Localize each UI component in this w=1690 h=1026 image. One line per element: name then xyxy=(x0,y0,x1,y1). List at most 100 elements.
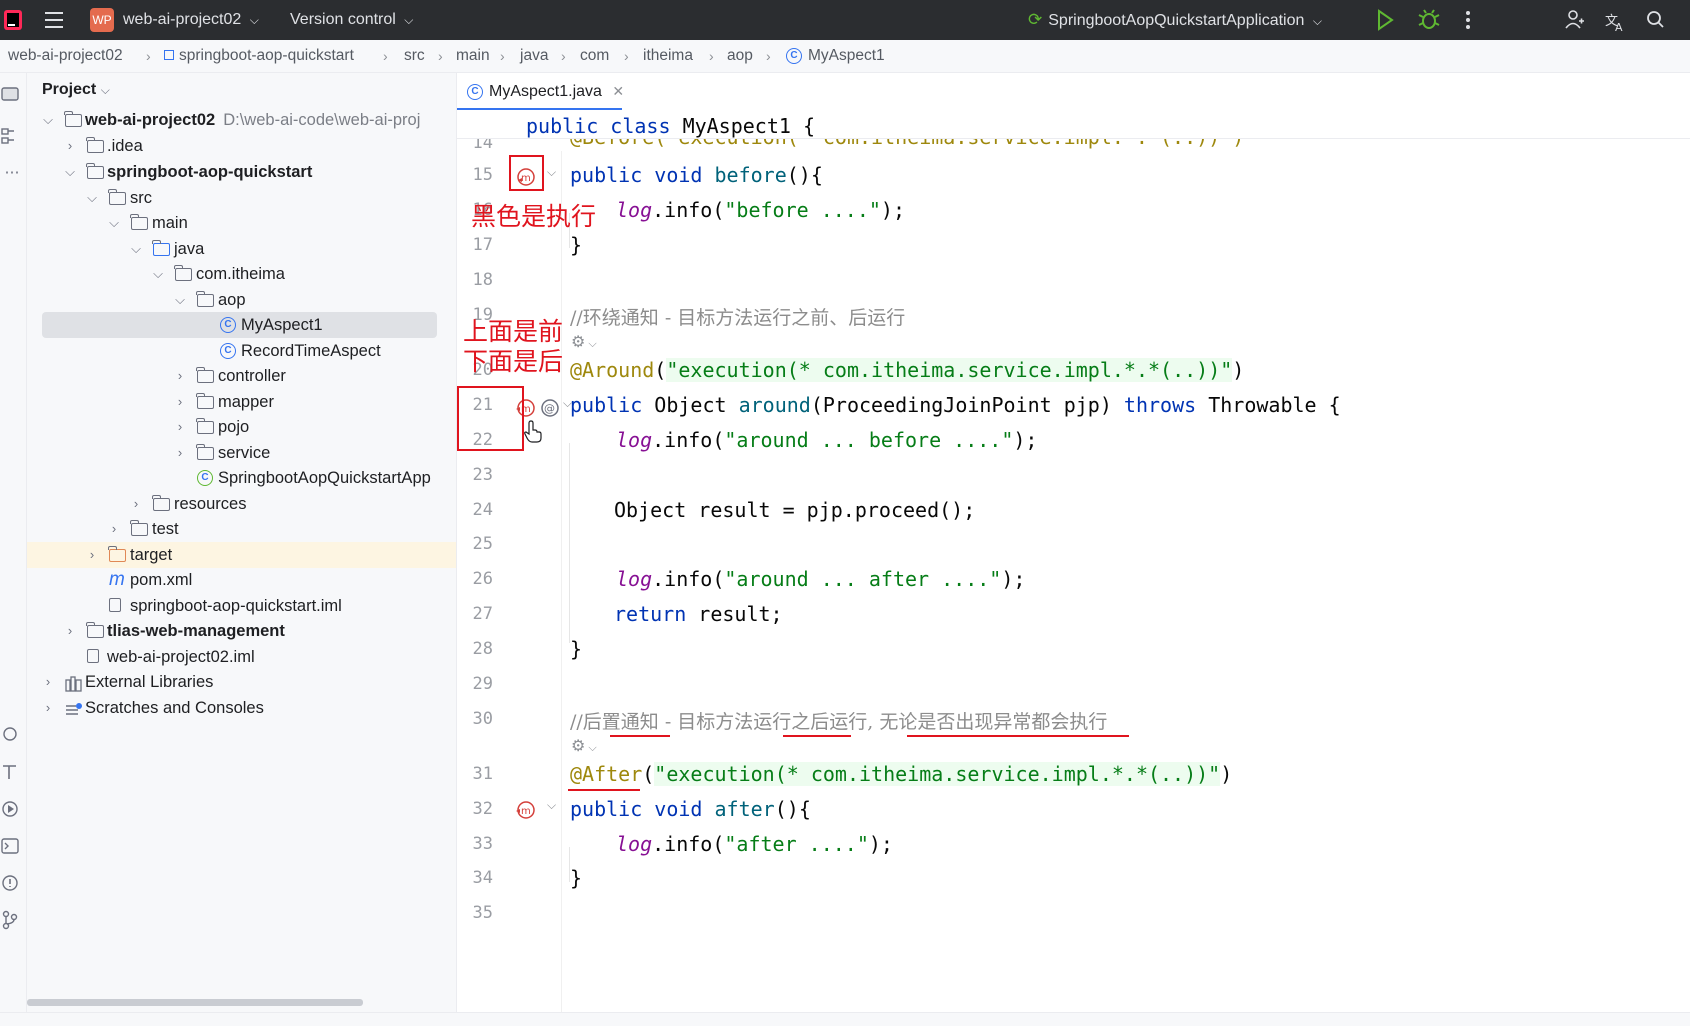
chevron-down-icon: ⌵ xyxy=(65,164,75,179)
annotation-gutter-icon[interactable]: @ xyxy=(539,397,561,419)
tab-myaspect1-java[interactable]: C MyAspect1.java ✕ xyxy=(457,73,633,111)
breadcrumb-item-class[interactable]: C MyAspect1 xyxy=(786,40,885,72)
tree-item-idea[interactable]: › .idea xyxy=(27,133,456,159)
code-line-32: public void after(){ xyxy=(570,797,811,821)
breadcrumb-item-src[interactable]: src xyxy=(404,40,425,72)
breadcrumb-item-module[interactable]: springboot-aop-quickstart xyxy=(164,40,354,72)
breadcrumb-item-main[interactable]: main xyxy=(456,40,490,72)
breadcrumb-item-com[interactable]: com xyxy=(580,40,609,72)
chevron-down-icon: ⌵ xyxy=(153,266,163,281)
breadcrumb-item-project[interactable]: web-ai-project02 xyxy=(8,40,123,72)
breadcrumb-item-itheima[interactable]: itheima xyxy=(643,40,693,72)
chevron-right-icon: › xyxy=(146,48,151,64)
more-tools-icon[interactable]: ⋯ xyxy=(0,163,24,185)
annotation-box-around-icons xyxy=(457,386,524,451)
tree-item-label: pom.xml xyxy=(130,571,193,589)
tree-item-web-ai-project02[interactable]: ⌵ web-ai-project02 D:\web-ai-code\web-ai-… xyxy=(27,107,456,133)
version-control-dropdown[interactable]: Version control ⌵ xyxy=(290,0,413,40)
add-user-icon[interactable] xyxy=(1564,0,1584,40)
structure-tool-icon[interactable] xyxy=(0,125,24,147)
project-name-dropdown[interactable]: web-ai-project02 ⌵ xyxy=(123,0,259,40)
tree-item-label: aop xyxy=(218,291,246,309)
run-icon[interactable] xyxy=(1375,0,1395,40)
project-tool-icon[interactable] xyxy=(0,83,24,105)
chevron-down-icon[interactable]: ⌵ xyxy=(547,165,556,180)
tree-item-springboot-aop-quickstart[interactable]: ⌵ springboot-aop-quickstart xyxy=(27,159,456,185)
project-panel-header[interactable]: Project ⌵ xyxy=(42,81,110,99)
tree-item-myaspect1[interactable]: C MyAspect1 xyxy=(42,312,437,338)
chevron-right-icon: › xyxy=(500,48,505,64)
module-folder-icon xyxy=(86,622,105,639)
tree-item-main[interactable]: ⌵ main xyxy=(27,210,456,236)
horizontal-scrollbar[interactable] xyxy=(27,999,363,1006)
package-icon xyxy=(196,444,215,461)
tree-item-com-itheima[interactable]: ⌵ com.itheima xyxy=(27,261,456,287)
chevron-down-icon: ⌵ xyxy=(1312,14,1322,28)
class-icon: C xyxy=(220,343,238,359)
debug-icon[interactable] xyxy=(1418,0,1440,40)
chevron-down-icon: ⌵ xyxy=(100,83,110,97)
tree-item-label: test xyxy=(152,520,179,538)
tree-item-label: resources xyxy=(174,495,247,513)
breadcrumb-class-label: MyAspect1 xyxy=(808,47,885,64)
services-tool-icon[interactable] xyxy=(0,723,24,745)
tree-path-hint: D:\web-ai-code\web-ai-proj xyxy=(223,111,421,129)
code-line-24: Object result = pjp.proceed(); xyxy=(614,498,976,522)
code-line-15: public void before(){ xyxy=(570,163,823,187)
chevron-right-icon: › xyxy=(111,521,117,536)
tree-item-pom-xml[interactable]: m pom.xml xyxy=(27,567,456,593)
tree-item-project-iml[interactable]: web-ai-project02.iml xyxy=(27,644,456,670)
terminal-tool-icon[interactable] xyxy=(0,835,24,857)
tree-item-aop[interactable]: ⌵ aop xyxy=(27,287,456,313)
tree-item-resources[interactable]: › resources xyxy=(27,491,456,517)
tree-item-test[interactable]: › test xyxy=(27,516,456,542)
code-editor[interactable]: CMyAspect1.java ✕ 11 14 15 16 17 18 19 2… xyxy=(457,73,1690,1025)
tree-item-target[interactable]: › target xyxy=(27,542,456,568)
search-icon[interactable] xyxy=(1646,0,1666,40)
file-icon xyxy=(87,649,105,665)
line-number: 23 xyxy=(472,465,493,485)
main-menu-icon[interactable] xyxy=(44,0,66,40)
run-config-dropdown[interactable]: ⟳ SpringbootAopQuickstartApplication ⌵ xyxy=(1028,0,1322,40)
tree-item-recordtimeaspect[interactable]: C RecordTimeAspect xyxy=(27,338,456,364)
tree-item-java[interactable]: ⌵ java xyxy=(27,236,456,262)
ai-assist-icon[interactable]: ⚙ ⌵ xyxy=(571,332,597,352)
code-line-26: log.info("around ... after ...."); xyxy=(616,567,1026,591)
chevron-down-icon[interactable]: ⌵ xyxy=(547,798,556,813)
tree-item-module-iml[interactable]: springboot-aop-quickstart.iml xyxy=(27,593,456,619)
keyword: class xyxy=(610,114,671,138)
tree-item-external-libraries[interactable]: › External Libraries xyxy=(27,669,456,695)
translate-icon[interactable]: 文A xyxy=(1604,0,1626,40)
run-tool-icon[interactable] xyxy=(0,798,24,820)
svg-text:m: m xyxy=(521,806,531,817)
code-line-34: } xyxy=(570,866,583,890)
build-tool-icon[interactable] xyxy=(0,761,24,783)
tree-item-springboot-app[interactable]: C SpringbootAopQuickstartApp xyxy=(27,465,456,491)
annotation-top-before: 上面是前 xyxy=(463,317,564,346)
advice-gutter-icon[interactable]: m xyxy=(515,799,537,821)
tree-item-mapper[interactable]: › mapper xyxy=(27,389,456,415)
tree-item-tlias-web-management[interactable]: › tlias-web-management xyxy=(27,618,456,644)
tree-item-controller[interactable]: › controller xyxy=(27,363,456,389)
chevron-right-icon: › xyxy=(766,48,771,64)
breadcrumb-item-aop[interactable]: aop xyxy=(727,40,753,72)
code-line-30-comment: //后置通知 - 目标方法运行之后运行, 无论是否出现异常都会执行 xyxy=(570,711,1108,733)
line-number: 29 xyxy=(472,674,493,694)
ai-assist-icon[interactable]: ⚙ ⌵ xyxy=(571,736,597,756)
status-bar xyxy=(0,1012,1690,1026)
problems-tool-icon[interactable] xyxy=(0,872,24,894)
chevron-right-icon: › xyxy=(177,368,183,383)
tab-label: MyAspect1.java xyxy=(489,83,602,100)
package-icon xyxy=(196,291,215,308)
tree-item-service[interactable]: › service xyxy=(27,440,456,466)
chevron-right-icon: › xyxy=(67,623,73,638)
project-badge[interactable]: WP xyxy=(90,0,114,40)
breadcrumb-item-java[interactable]: java xyxy=(520,40,548,72)
tree-item-pojo[interactable]: › pojo xyxy=(27,414,456,440)
tree-item-scratches[interactable]: › Scratches and Consoles xyxy=(27,695,456,721)
git-tool-icon[interactable] xyxy=(0,909,24,931)
tree-item-src[interactable]: ⌵ src xyxy=(27,185,456,211)
tree-item-label: web-ai-project02 D:\web-ai-code\web-ai-pr… xyxy=(85,107,420,133)
close-icon[interactable]: ✕ xyxy=(612,83,624,99)
more-actions-icon[interactable] xyxy=(1462,0,1474,40)
